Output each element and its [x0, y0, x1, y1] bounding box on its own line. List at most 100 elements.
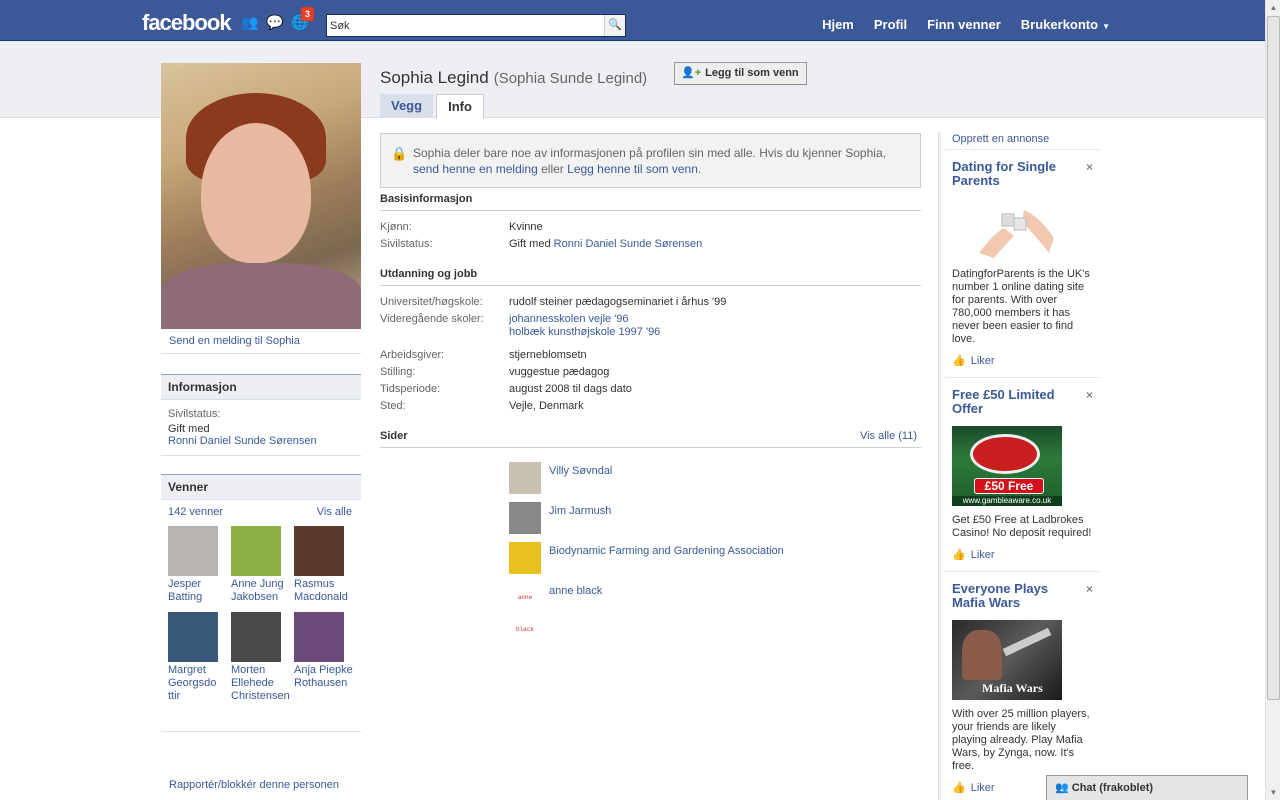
basic-info-header: Basisinformasjon	[380, 193, 921, 211]
friend-item[interactable]: Anne Jung Jakobsen	[231, 526, 294, 604]
friend-name[interactable]: Rasmus Macdonald	[294, 578, 357, 604]
add-friend-notice-link[interactable]: Legg henne til som venn	[567, 162, 698, 176]
period-label: Tidsperiode:	[380, 383, 441, 395]
report-block-link[interactable]: Rapportér/blokkér denne personen	[169, 779, 339, 791]
friend-item[interactable]: Margret Georgsdo ttir	[168, 612, 231, 703]
page-name-link[interactable]: Biodynamic Farming and Gardening Associa…	[549, 545, 784, 557]
messages-icon[interactable]: 💬	[265, 14, 285, 30]
position-link[interactable]: vuggestue pædagog	[509, 366, 609, 379]
top-bar: facebook 👥 💬 🌐 3 🔍 Hjem Profil Finn venn…	[0, 0, 1265, 41]
place-label: Sted:	[380, 400, 406, 412]
create-ad-link[interactable]: Opprett en annonse	[945, 132, 1100, 150]
profile-tabs: Vegg Info	[380, 94, 487, 119]
send-message-link[interactable]: Send en melding til Sophia	[161, 329, 361, 354]
page-item: Villy Søvndal	[509, 462, 921, 502]
school-link-2[interactable]: holbæk kunsthøjskole 1997 '96	[509, 326, 660, 339]
top-nav: Hjem Profil Finn venner Brukerkonto ▼	[812, 0, 1120, 41]
page-thumbnail[interactable]	[509, 462, 541, 494]
search-icon[interactable]: 🔍	[604, 15, 625, 36]
education-header: Utdanning og jobb	[380, 268, 921, 286]
ad-title[interactable]: Everyone Plays Mafia Wars	[952, 582, 1077, 610]
profile-photo[interactable]	[161, 63, 361, 329]
scrollbar-thumb[interactable]	[1267, 16, 1280, 700]
info-box-title: Informasjon	[161, 375, 361, 400]
spouse-link-main[interactable]: Ronni Daniel Sunde Sørensen	[554, 238, 703, 250]
info-main: 🔒 Sophia deler bare noe av informasjonen…	[380, 133, 921, 633]
scrollbar[interactable]: ▲ ▼	[1265, 0, 1280, 800]
friend-avatar[interactable]	[294, 612, 344, 662]
friends-count[interactable]: 142 venner	[168, 506, 223, 518]
friend-avatar[interactable]	[294, 526, 344, 576]
friend-item[interactable]: Anja Piepke Rothausen	[294, 612, 357, 703]
friend-name[interactable]: Anja Piepke Rothausen	[294, 664, 357, 690]
friend-avatar[interactable]	[168, 612, 218, 662]
nav-account-label: Brukerkonto	[1020, 17, 1099, 32]
place-value: Vejle, Denmark	[509, 400, 584, 412]
thumbs-up-icon: 👍	[952, 782, 966, 794]
friend-name[interactable]: Anne Jung Jakobsen	[231, 578, 294, 604]
page-name-link[interactable]: anne black	[549, 585, 602, 597]
employer-link[interactable]: stjerneblomsetn	[509, 349, 587, 362]
page-thumbnail[interactable]	[509, 502, 541, 534]
position-label: Stilling:	[380, 366, 416, 378]
spouse-link[interactable]: Ronni Daniel Sunde Sørensen	[168, 435, 354, 447]
like-link[interactable]: 👍 Liker	[952, 548, 1093, 561]
school-link-1[interactable]: johannesskolen vejle '96	[509, 313, 660, 326]
friend-item[interactable]: Morten Ellehede Christensen	[231, 612, 294, 703]
friend-name[interactable]: Margret Georgsdo ttir	[168, 664, 231, 703]
nav-account[interactable]: Brukerkonto ▼	[1011, 0, 1120, 41]
ads-column: Opprett en annonse Dating for Single Par…	[945, 132, 1100, 800]
relationship-value: Gift med	[168, 423, 210, 435]
ad-image-casino[interactable]: £50 Free www.gambleaware.co.uk	[952, 426, 1062, 506]
friend-avatar[interactable]	[231, 526, 281, 576]
see-all-friends[interactable]: Vis alle	[317, 506, 352, 518]
search-input[interactable]	[330, 17, 600, 34]
relationship-label-main: Sivilstatus:	[380, 238, 433, 250]
ad-image-puzzle[interactable]	[974, 198, 1059, 260]
friend-avatar[interactable]	[168, 526, 218, 576]
ad-title[interactable]: Free £50 Limited Offer	[952, 388, 1077, 416]
ad-mafia-wars: Everyone Plays Mafia Wars × Mafia Wars W…	[945, 572, 1100, 800]
page-thumbnail[interactable]	[509, 542, 541, 574]
friend-requests-icon[interactable]: 👥	[240, 14, 260, 30]
employer-label: Arbeidsgiver:	[380, 349, 445, 361]
chevron-down-icon: ▼	[1102, 22, 1110, 31]
scroll-down-icon[interactable]: ▼	[1267, 785, 1280, 800]
send-message-notice-link[interactable]: send henne en melding	[413, 162, 538, 176]
page-name-link[interactable]: Jim Jarmush	[549, 505, 611, 517]
pages-see-all[interactable]: Vis alle (11)	[860, 430, 917, 442]
close-icon[interactable]: ×	[1086, 160, 1093, 174]
friend-avatar[interactable]	[231, 612, 281, 662]
tab-wall[interactable]: Vegg	[380, 94, 434, 118]
like-link[interactable]: 👍 Liker	[952, 354, 1093, 367]
page-thumbnail[interactable]: anne black	[509, 582, 541, 633]
university-link[interactable]: rudolf steiner pædagogseminariet i århus…	[509, 296, 726, 309]
nav-find-friends[interactable]: Finn venner	[917, 0, 1011, 41]
page-item: Biodynamic Farming and Gardening Associa…	[509, 542, 921, 582]
ad-image-mafia-wars[interactable]: Mafia Wars	[952, 620, 1062, 700]
relationship-label: Sivilstatus:	[168, 408, 221, 420]
friend-name[interactable]: Jesper Batting	[168, 578, 231, 604]
close-icon[interactable]: ×	[1086, 582, 1093, 596]
add-friend-button[interactable]: 👤+ Legg til som venn	[674, 62, 807, 85]
friend-name[interactable]: Morten Ellehede Christensen	[231, 664, 294, 703]
chat-bar[interactable]: 👥 Chat (frakoblet)	[1046, 775, 1248, 800]
page-name-link[interactable]: Villy Søvndal	[549, 465, 612, 477]
gender-label: Kjønn:	[380, 221, 412, 233]
ad-title[interactable]: Dating for Single Parents	[952, 160, 1077, 188]
puzzle-hands-image	[979, 210, 1054, 258]
mafia-wars-logo: Mafia Wars	[982, 681, 1043, 695]
facebook-logo[interactable]: facebook	[142, 10, 232, 36]
close-icon[interactable]: ×	[1086, 388, 1093, 402]
scroll-up-icon[interactable]: ▲	[1267, 0, 1280, 15]
nav-home[interactable]: Hjem	[812, 0, 864, 41]
pages-title: Sider	[380, 430, 408, 442]
nav-profile[interactable]: Profil	[864, 0, 917, 41]
tab-info[interactable]: Info	[436, 94, 484, 119]
column-separator	[938, 132, 941, 800]
friend-item[interactable]: Jesper Batting	[168, 526, 231, 604]
thumbs-up-icon: 👍	[952, 355, 966, 367]
info-box: Informasjon Sivilstatus: Gift med Ronni …	[161, 374, 361, 456]
friend-item[interactable]: Rasmus Macdonald	[294, 526, 357, 604]
period-value: august 2008 til dags dato	[509, 383, 632, 395]
